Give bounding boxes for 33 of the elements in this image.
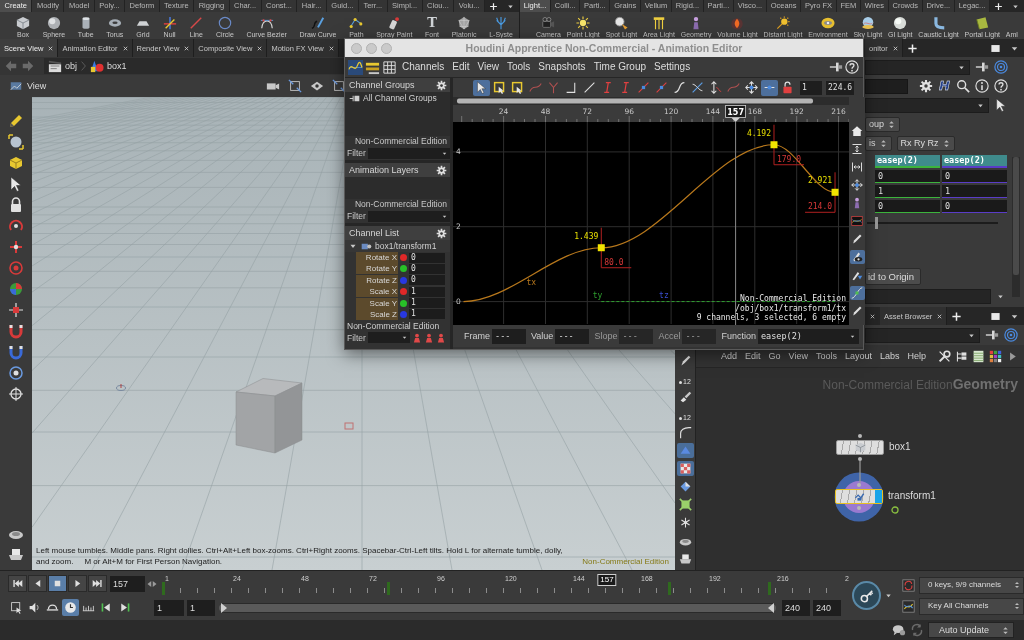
filter-label: Filter — [347, 211, 366, 222]
field-label: Value — [531, 330, 554, 342]
graph-info-text: /obj/box1/transform1/tx — [735, 303, 846, 313]
panel-title: Channel Groups — [349, 79, 415, 91]
filter-label: Filter — [347, 148, 366, 159]
curve-label: tx — [526, 278, 537, 288]
panel-title: Channel List — [349, 227, 400, 239]
keyframe-frame-label: 80.0 — [600, 257, 632, 269]
window-title: Houdini Apprentice Non-Commercial - Animation Editor — [464, 41, 744, 56]
column-header: easep(2) — [875, 155, 940, 166]
curve-label: ty — [592, 290, 603, 300]
filter-label: Filter — [347, 332, 366, 343]
keyframe-value-label: 4.192 — [746, 128, 771, 138]
graph-info-text: 9 channels, 3 selected, 6 empty — [696, 313, 846, 322]
field-label: Frame — [464, 330, 490, 342]
graph-info-text: Non-Commercial Edition — [740, 294, 846, 303]
edition-watermark: Non-Commercial Edition — [353, 199, 448, 210]
column-header: easep(2) — [942, 155, 1007, 166]
context-label: Geometry — [952, 376, 1018, 393]
node-label: box1 — [889, 441, 911, 453]
hint-text: Left mouse tumbles. Middle pans. Right dollies. Ctrl+Alt+Left box-zooms. Ctrl+Right zooms. Spacebar-Ctrl-Left tilts. Hold L for alternate tumble, dolly, and zoom. M or Alt+M for First Person Navigation. — [36, 545, 564, 567]
panel-title: Animation Layers — [349, 164, 419, 176]
keyframe-frame-label: 214.0 — [804, 202, 836, 213]
node-label: transform1 — [888, 490, 936, 502]
letter-icon: T — [427, 15, 437, 31]
curve-label: tz — [659, 290, 669, 300]
field-label: Accel — [658, 330, 681, 342]
field-label: Function — [721, 330, 756, 342]
edition-watermark: Non-Commercial Edition — [582, 556, 669, 567]
keyframe-value-label: 1.439 — [574, 231, 599, 241]
edition-watermark: Non-Commercial Edition — [353, 136, 448, 147]
edition-watermark: Non-Commercial Edition — [346, 321, 441, 332]
field-label: Slope — [594, 330, 618, 342]
